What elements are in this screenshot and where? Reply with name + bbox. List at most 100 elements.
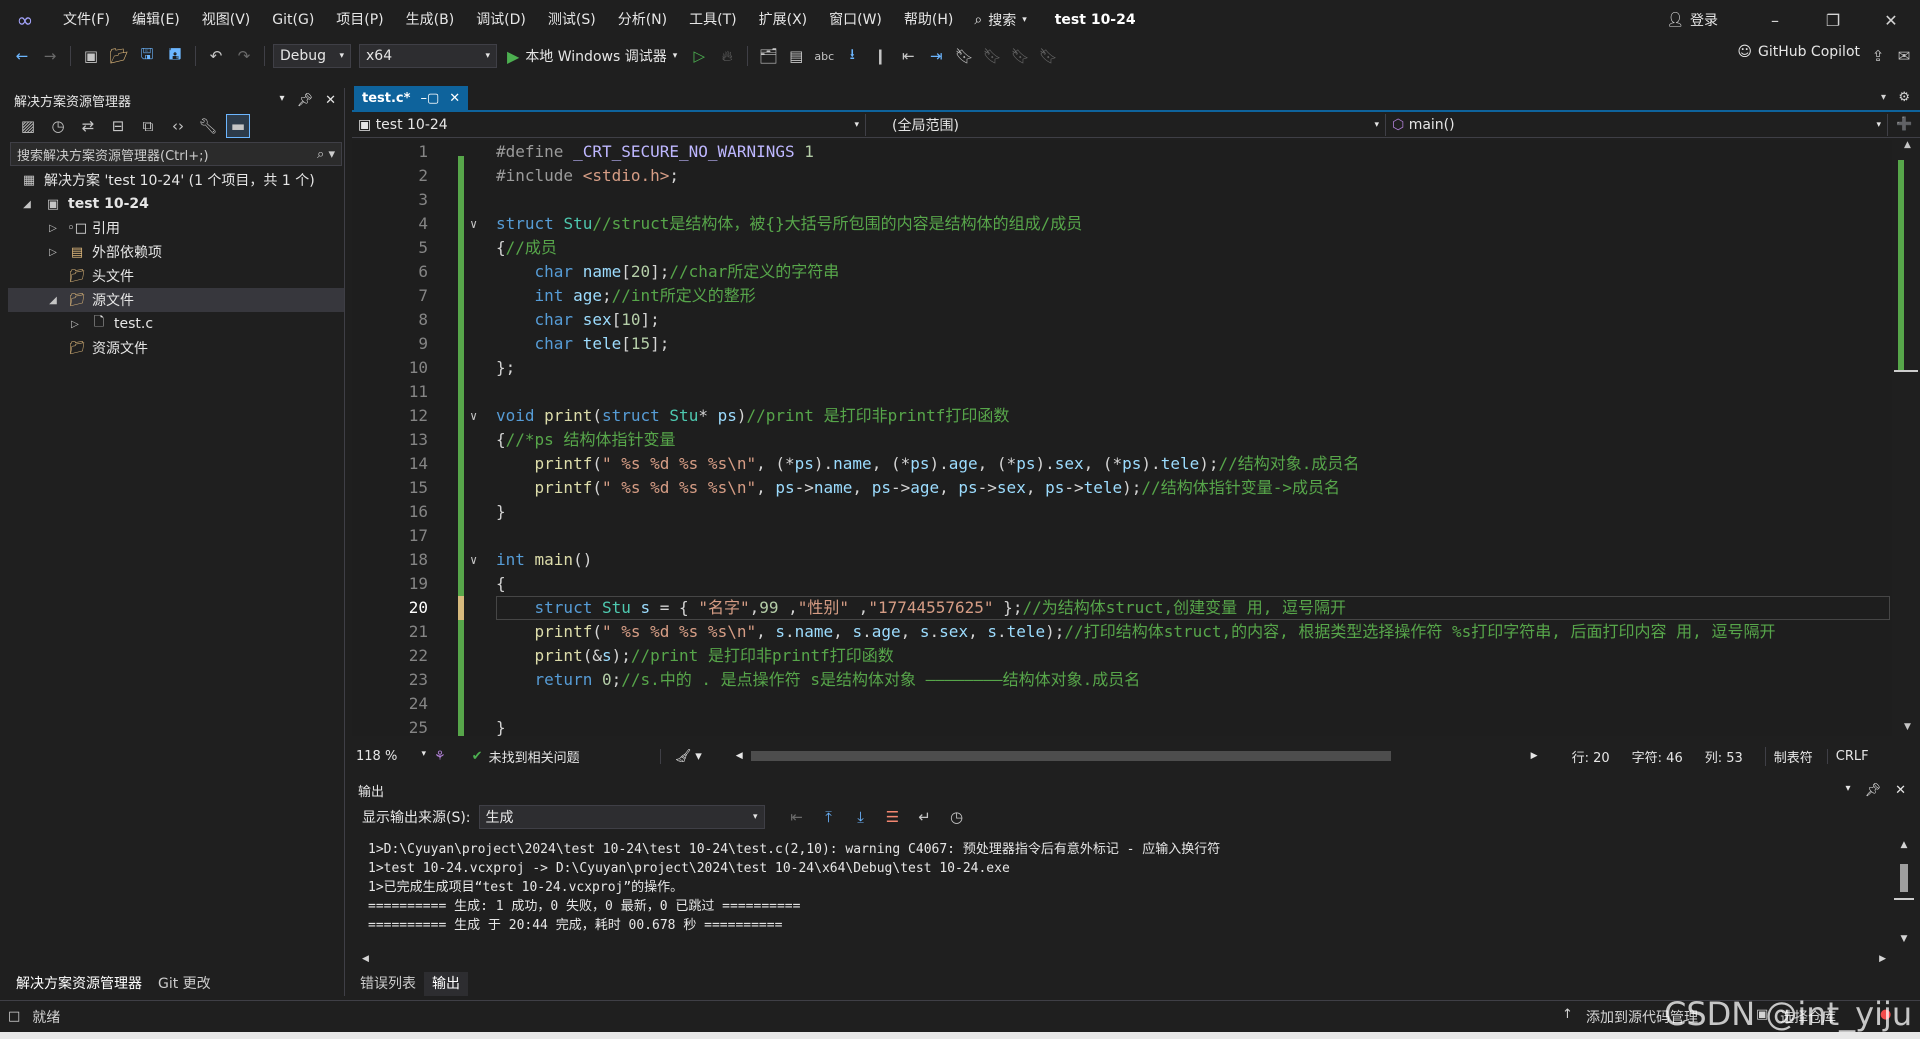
menu-extensions[interactable]: 扩展(X) — [748, 0, 819, 40]
code-line[interactable]: 20 struct Stu s = { "名字",99 ,"性别" ,"1774… — [352, 596, 1892, 620]
step-icon[interactable]: ⭳ — [840, 44, 864, 68]
redo-icon[interactable]: ↷ — [232, 44, 256, 68]
zoom-select[interactable]: 118 % ▾ — [352, 749, 426, 764]
output-vertical-scrollbar[interactable]: ▲ ▼ — [1894, 840, 1914, 950]
pin-icon[interactable]: –▢ — [420, 91, 439, 106]
code-line[interactable]: 7 int age;//int所定义的整形 — [352, 284, 1892, 308]
scroll-up-icon[interactable]: ▲ — [1894, 840, 1914, 850]
login-button[interactable]: 👤︎ 登录 — [1666, 10, 1718, 30]
github-copilot-button[interactable]: ☺ GitHub Copilot — [1737, 44, 1860, 60]
collapse-all-icon[interactable]: ⊟ — [106, 114, 130, 138]
tree-project[interactable]: ◢ ▣ test 10-24 — [8, 192, 344, 216]
find-in-output-icon[interactable]: ⇤ — [785, 805, 809, 829]
scroll-right-icon[interactable]: ▶ — [1531, 751, 1538, 761]
close-window-button[interactable]: ✕ — [1862, 0, 1920, 40]
scroll-up-icon[interactable]: ▲ — [1904, 140, 1911, 150]
tree-external-deps[interactable]: ▷ ▤ 外部依赖项 — [8, 240, 344, 264]
open-folder-icon[interactable]: 📂︎ — [107, 44, 131, 68]
code-line[interactable]: 1 #define _CRT_SECURE_NO_WARNINGS 1 — [352, 140, 1892, 164]
solution-search-input[interactable]: 搜索解决方案资源管理器(Ctrl+;) ⌕ ▾ — [10, 142, 342, 166]
code-line[interactable]: 10}; — [352, 356, 1892, 380]
undo-icon[interactable]: ↶ — [204, 44, 228, 68]
issues-label[interactable]: 未找到相关问题 — [489, 747, 580, 766]
configuration-select[interactable]: Debug ▾ — [273, 44, 351, 68]
fold-toggle-icon[interactable]: ∨ — [470, 548, 477, 572]
code-line[interactable]: 16} — [352, 500, 1892, 524]
fold-toggle-icon[interactable]: ∨ — [470, 404, 477, 428]
code-line[interactable]: 4 ∨ struct Stu//struct是结构体，被{}大括号所包围的内容是结构… — [352, 212, 1892, 236]
timestamp-icon[interactable]: ◷ — [945, 805, 969, 829]
clear-bookmarks-icon[interactable]: 🔖︎ — [1036, 44, 1060, 68]
scroll-left-icon[interactable]: ◀ — [362, 954, 369, 964]
menu-edit[interactable]: 编辑(E) — [121, 0, 191, 40]
properties-icon[interactable]: 🔧︎ — [196, 114, 220, 138]
code-icon[interactable]: ‹› — [166, 114, 190, 138]
pin-icon[interactable]: ❙ — [868, 44, 892, 68]
forward-icon[interactable]: → — [38, 44, 62, 68]
scroll-left-icon[interactable]: ◀ — [736, 751, 743, 761]
dropdown-icon[interactable]: ▾ — [1846, 783, 1851, 798]
show-all-files-icon[interactable]: ⧉ — [136, 114, 160, 138]
code-line[interactable]: 8 char sex[10]; — [352, 308, 1892, 332]
save-icon[interactable]: 🖫︎ — [135, 44, 159, 68]
tab-output[interactable]: 输出 — [424, 972, 468, 996]
indent-icon[interactable]: ⇥ — [924, 44, 948, 68]
pin-icon[interactable]: 📌︎ — [297, 93, 314, 108]
menu-test[interactable]: 测试(S) — [537, 0, 607, 40]
code-line[interactable]: 12 ∨ void print(struct Stu* ps)//print 是打印… — [352, 404, 1892, 428]
code-line[interactable]: 21 printf(" %s %d %s %s\n", s.name, s.ag… — [352, 620, 1892, 644]
expanded-arrow-icon[interactable]: ◢ — [46, 295, 60, 306]
feedback-icon[interactable]: ✉ — [1892, 44, 1916, 68]
close-tab-icon[interactable]: ✕ — [449, 91, 460, 106]
close-icon[interactable]: ✕ — [1895, 783, 1906, 798]
hot-reload-icon[interactable]: 🔥︎ — [715, 44, 739, 68]
tab-error-list[interactable]: 错误列表 — [352, 972, 424, 996]
output-text[interactable]: 1>D:\Cyuyan\project\2024\test 10-24\test… — [368, 840, 1220, 935]
scroll-right-icon[interactable]: ▶ — [1879, 954, 1886, 964]
line-ending-indicator[interactable]: CRLF — [1826, 748, 1869, 764]
new-project-icon[interactable]: ▣ — [79, 44, 103, 68]
tree-resource-files[interactable]: 📁︎ 资源文件 — [8, 336, 344, 360]
tree-header-files[interactable]: 📁︎ 头文件 — [8, 264, 344, 288]
nav-scope-select[interactable]: (全局范围) ▾ — [866, 113, 1386, 136]
minimize-button[interactable]: – — [1746, 0, 1804, 40]
code-line[interactable]: 14 printf(" %s %d %s %s\n", (*ps).name, … — [352, 452, 1892, 476]
code-line[interactable]: 2 #include <stdio.h>; — [352, 164, 1892, 188]
menu-view[interactable]: 视图(V) — [191, 0, 262, 40]
code-line[interactable]: 13 {//*ps 结构体指针变量 — [352, 428, 1892, 452]
next-bookmark-icon[interactable]: 🔖︎ — [1008, 44, 1032, 68]
split-icon[interactable]: ➕ — [1896, 117, 1912, 132]
scroll-down-icon[interactable]: ▼ — [1904, 722, 1911, 732]
clear-all-icon[interactable]: ☰ — [881, 805, 905, 829]
share-icon[interactable]: ⇪ — [1866, 44, 1890, 68]
platform-select[interactable]: x64 ▾ — [359, 44, 497, 68]
restore-button[interactable]: ❐ — [1804, 0, 1862, 40]
start-debugging-button[interactable]: ▶ 本地 Windows 调试器 ▾ — [501, 46, 683, 66]
tab-mode-indicator[interactable]: 制表符 — [1764, 746, 1813, 766]
code-cleanup-icon[interactable]: 🧹︎ ▾ — [659, 748, 702, 764]
collapsed-arrow-icon[interactable]: ▷ — [46, 247, 60, 258]
collapsed-arrow-icon[interactable]: ▷ — [68, 319, 82, 330]
layout-icon[interactable]: ▤ — [784, 44, 808, 68]
history-icon[interactable]: ◷ — [46, 114, 70, 138]
bookmark-icon[interactable]: 🔖︎ — [952, 44, 976, 68]
prev-message-icon[interactable]: ⤒ — [817, 805, 841, 829]
expanded-arrow-icon[interactable]: ◢ — [20, 199, 34, 210]
tree-source-files[interactable]: ◢ 📁︎ 源文件 — [8, 288, 344, 312]
collapsed-arrow-icon[interactable]: ▷ — [46, 223, 60, 234]
browse-icon[interactable]: 🗂︎ — [756, 44, 780, 68]
intellicode-icon[interactable]: ⚘ — [434, 749, 446, 764]
prev-bookmark-icon[interactable]: 🔖︎ — [980, 44, 1004, 68]
menu-project[interactable]: 项目(P) — [325, 0, 394, 40]
tab-solution-explorer[interactable]: 解决方案资源管理器 — [8, 972, 150, 996]
vertical-scrollbar[interactable]: ▲ ▼ — [1894, 140, 1920, 736]
menu-build[interactable]: 生成(B) — [395, 0, 466, 40]
code-line[interactable]: 25} — [352, 716, 1892, 736]
preview-icon[interactable]: ▬ — [226, 114, 250, 138]
save-all-icon[interactable]: 🖪︎ — [163, 44, 187, 68]
back-icon[interactable]: ← — [10, 44, 34, 68]
code-line[interactable]: 11 — [352, 380, 1892, 404]
horizontal-scrollbar-thumb[interactable] — [750, 751, 1391, 761]
menu-tools[interactable]: 工具(T) — [678, 0, 747, 40]
code-line[interactable]: 9 char tele[15]; — [352, 332, 1892, 356]
